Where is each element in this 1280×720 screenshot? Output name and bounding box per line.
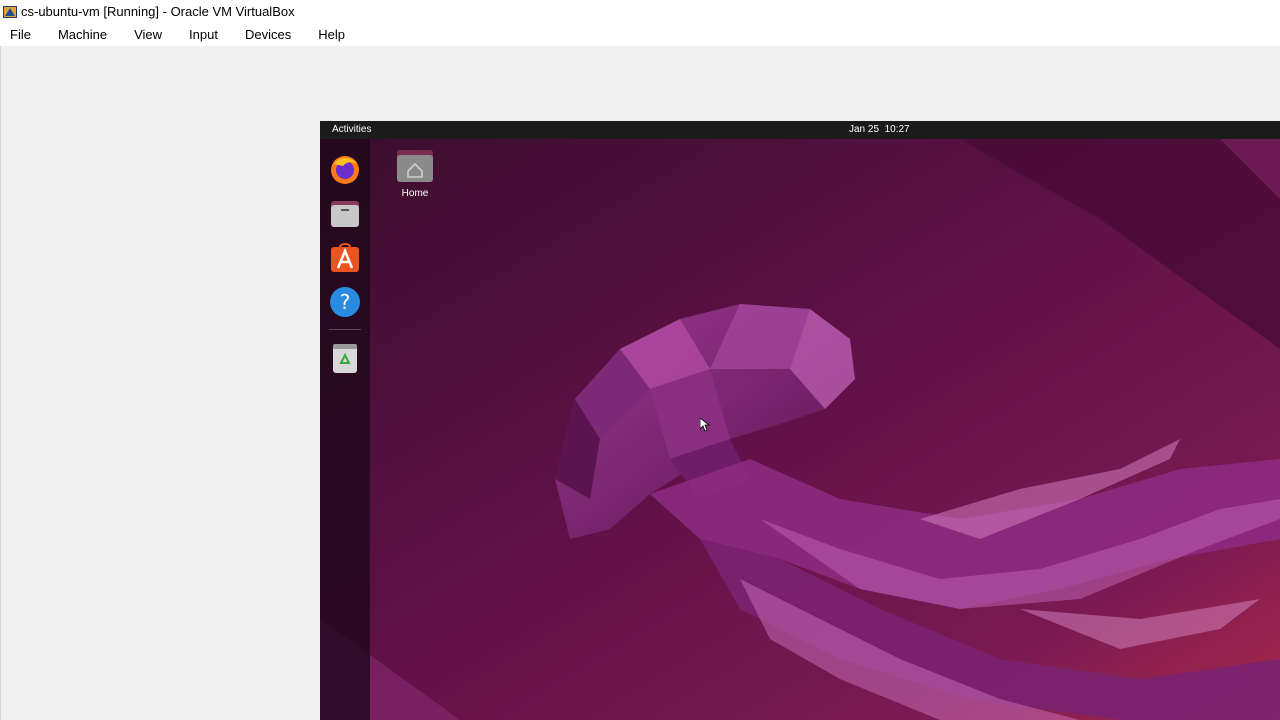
vm-display[interactable]: Activities Jan 25 10:27 ? Home xyxy=(320,121,1280,720)
firefox-icon[interactable] xyxy=(328,152,362,186)
dock-separator xyxy=(329,329,361,330)
virtualbox-icon xyxy=(2,4,18,20)
files-icon[interactable] xyxy=(328,197,362,231)
help-icon[interactable]: ? xyxy=(328,285,362,319)
trash-icon[interactable] xyxy=(328,341,362,375)
svg-text:?: ? xyxy=(340,290,351,314)
menu-bar: File Machine View Input Devices Help xyxy=(0,23,1280,46)
app-center-icon[interactable] xyxy=(328,241,362,275)
mouse-cursor-icon xyxy=(700,418,710,432)
window-title: cs-ubuntu-vm [Running] - Oracle VM Virtu… xyxy=(21,4,295,19)
menu-help[interactable]: Help xyxy=(308,23,353,46)
menu-file[interactable]: File xyxy=(0,23,39,46)
clock[interactable]: Jan 25 10:27 xyxy=(849,121,910,139)
ubuntu-dock: ? xyxy=(320,139,370,720)
menu-view[interactable]: View xyxy=(124,23,170,46)
menu-machine[interactable]: Machine xyxy=(48,23,115,46)
window-border xyxy=(0,46,1,720)
gnome-topbar: Activities Jan 25 10:27 xyxy=(320,121,1280,139)
menu-input[interactable]: Input xyxy=(179,23,226,46)
ubuntu-wallpaper xyxy=(320,139,1280,720)
activities-button[interactable]: Activities xyxy=(332,121,371,139)
home-folder-label: Home xyxy=(401,188,429,199)
menu-devices[interactable]: Devices xyxy=(235,23,299,46)
window-titlebar[interactable]: cs-ubuntu-vm [Running] - Oracle VM Virtu… xyxy=(0,0,1280,23)
home-folder-icon[interactable] xyxy=(395,146,435,186)
